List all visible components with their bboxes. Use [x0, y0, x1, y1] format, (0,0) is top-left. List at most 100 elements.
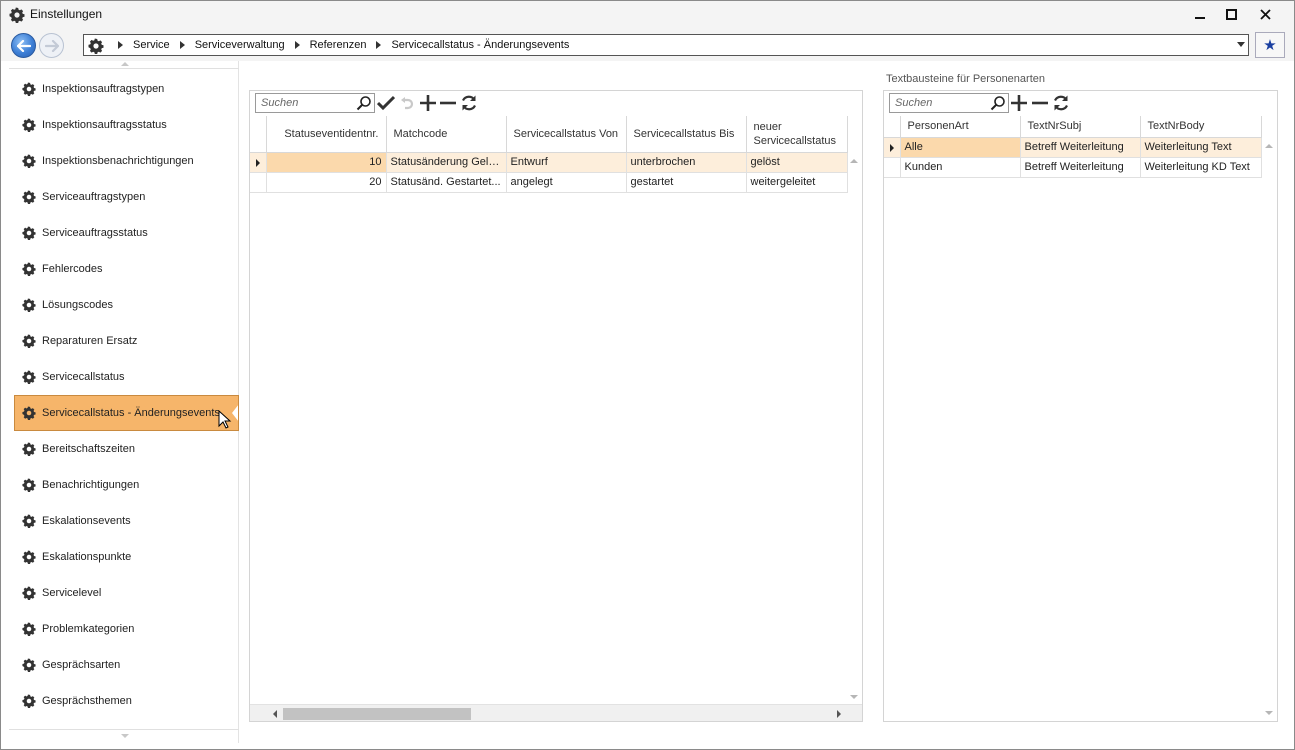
mouse-cursor-icon	[218, 410, 232, 429]
column-header-neuer-status[interactable]: neuer Servicecallstatus	[746, 116, 848, 153]
gear-icon	[22, 262, 36, 276]
window-title: Einstellungen	[30, 7, 103, 21]
text-modules-panel: PersonenArt TextNrSubj TextNrBody Alle B…	[883, 90, 1278, 722]
sidebar-item[interactable]: Problemkategorien	[9, 611, 239, 647]
sidebar-item[interactable]: Inspektionsbenachrichtigungen	[9, 143, 239, 179]
settings-window: Einstellungen Service Serviceverwaltung …	[0, 0, 1295, 750]
search-box[interactable]	[889, 93, 1009, 113]
column-header-personenart[interactable]: PersonenArt	[900, 116, 1021, 138]
table-cell[interactable]: Alle	[900, 137, 1021, 158]
sidebar-item[interactable]: Lösungscodes	[9, 287, 239, 323]
table-cell[interactable]: gestartet	[626, 172, 747, 193]
table-cell[interactable]: 20	[266, 172, 387, 193]
table-cell[interactable]: Weiterleitung Text	[1140, 137, 1262, 158]
table-row[interactable]: Kunden Betreff Weiterleitung Weiterleitu…	[884, 157, 1262, 178]
sidebar-item[interactable]: Benachrichtigungen	[9, 467, 239, 503]
scroll-up-icon[interactable]	[850, 159, 858, 163]
table-row[interactable]: 10 Statusänderung Gelöst Entwurf unterbr…	[250, 152, 848, 173]
search-box[interactable]	[255, 93, 375, 113]
panel-title: Textbausteine für Personenarten	[886, 73, 1045, 85]
table-cell[interactable]: Betreff Weiterleitung	[1020, 157, 1141, 178]
scroll-right-icon[interactable]	[837, 710, 841, 718]
maximize-button[interactable]	[1216, 3, 1246, 25]
gear-icon	[22, 82, 36, 96]
save-button[interactable]	[376, 93, 396, 113]
sidebar-item[interactable]: Eskalationsevents	[9, 503, 239, 539]
table-cell[interactable]: gelöst	[746, 152, 848, 173]
add-button[interactable]	[418, 93, 438, 113]
scroll-up-icon[interactable]	[121, 62, 129, 66]
table-cell[interactable]: weitergeleitet	[746, 172, 848, 193]
table-cell[interactable]: Betreff Weiterleitung	[1020, 137, 1141, 158]
table-cell[interactable]: 10	[266, 152, 387, 173]
row-indicator-header	[250, 116, 267, 153]
sidebar-item[interactable]: Servicelevel	[9, 575, 239, 611]
gear-icon	[22, 406, 36, 420]
horizontal-scrollbar[interactable]	[250, 704, 862, 721]
table-cell[interactable]: Entwurf	[506, 152, 627, 173]
sidebar-item[interactable]: Inspektionsauftragsstatus	[9, 107, 239, 143]
gear-icon	[22, 154, 36, 168]
sidebar-item[interactable]: Gesprächsarten	[9, 647, 239, 683]
sidebar-item[interactable]: Inspektionsauftragstypen	[9, 71, 239, 107]
table-header-row: PersonenArt TextNrSubj TextNrBody	[884, 116, 1262, 138]
table-cell[interactable]: Kunden	[900, 157, 1021, 178]
scroll-up-icon[interactable]	[1265, 144, 1273, 148]
sidebar-item[interactable]: Serviceauftragstypen	[9, 179, 239, 215]
close-button[interactable]	[1250, 3, 1280, 25]
refresh-button[interactable]	[1051, 93, 1071, 113]
sidebar-item[interactable]: Fehlercodes	[9, 251, 239, 287]
back-button[interactable]	[11, 33, 36, 58]
table-cell[interactable]: angelegt	[506, 172, 627, 193]
undo-button[interactable]	[397, 93, 417, 113]
table-cell[interactable]: Statusänderung Gelöst	[386, 152, 507, 173]
sidebar-item[interactable]: Serviceauftragsstatus	[9, 215, 239, 251]
chevron-down-icon[interactable]	[1237, 42, 1245, 47]
sidebar-item-label: Serviceauftragsstatus	[42, 227, 148, 239]
gear-icon	[22, 478, 36, 492]
add-button[interactable]	[1009, 93, 1029, 113]
table-row[interactable]: 20 Statusänd. Gestartet... angelegt gest…	[250, 172, 848, 193]
current-row-icon	[890, 143, 894, 152]
table-cell[interactable]: Statusänd. Gestartet...	[386, 172, 507, 193]
sidebar-item[interactable]: Eskalationspunkte	[9, 539, 239, 575]
sidebar-item-label: Inspektionsbenachrichtigungen	[42, 155, 194, 167]
sidebar-item[interactable]: Gesprächsthemen	[9, 683, 239, 719]
column-header-matchcode[interactable]: Matchcode	[386, 116, 507, 153]
undo-icon	[401, 97, 414, 110]
sidebar-item-label: Servicecallstatus	[42, 371, 125, 383]
column-header-status-von[interactable]: Servicecallstatus Von	[506, 116, 627, 153]
table-cell[interactable]: Weiterleitung KD Text	[1140, 157, 1262, 178]
sidebar-item-label: Fehlercodes	[42, 263, 103, 275]
favorite-button[interactable]: ★	[1255, 32, 1285, 58]
column-header-status-bis[interactable]: Servicecallstatus Bis	[626, 116, 747, 153]
sidebar-item[interactable]: Servicecallstatus	[9, 359, 239, 395]
sidebar-item[interactable]: Bereitschaftszeiten	[9, 431, 239, 467]
table-row[interactable]: Alle Betreff Weiterleitung Weiterleitung…	[884, 137, 1262, 158]
minimize-button[interactable]	[1185, 3, 1215, 25]
scroll-down-icon[interactable]	[1265, 711, 1273, 715]
gear-icon	[22, 370, 36, 384]
scroll-down-icon[interactable]	[121, 734, 129, 738]
scrollbar-thumb[interactable]	[283, 708, 471, 720]
scroll-left-icon[interactable]	[273, 710, 277, 718]
breadcrumb-item[interactable]: Referenzen	[310, 39, 367, 51]
breadcrumb-item[interactable]: Serviceverwaltung	[195, 39, 285, 51]
search-icon[interactable]	[356, 95, 372, 111]
table-cell[interactable]: unterbrochen	[626, 152, 747, 173]
forward-button[interactable]	[39, 33, 64, 58]
search-icon[interactable]	[990, 95, 1006, 111]
column-header-statuseventidentnr[interactable]: Statuseventidentnr.	[266, 116, 387, 153]
address-bar[interactable]: Service Serviceverwaltung Referenzen Ser…	[83, 34, 1249, 56]
breadcrumb-item[interactable]: Servicecallstatus - Änderungsevents	[391, 39, 569, 51]
column-header-textnrsubj[interactable]: TextNrSubj	[1020, 116, 1141, 138]
column-header-textnrbody[interactable]: TextNrBody	[1140, 116, 1262, 138]
scroll-down-icon[interactable]	[850, 695, 858, 699]
remove-button[interactable]	[1030, 93, 1050, 113]
remove-button[interactable]	[438, 93, 458, 113]
sidebar-item[interactable]: Servicecallstatus - Änderungsevents	[14, 395, 239, 431]
refresh-button[interactable]	[459, 93, 479, 113]
gear-icon	[22, 550, 36, 564]
sidebar-item[interactable]: Reparaturen Ersatz	[9, 323, 239, 359]
breadcrumb-item[interactable]: Service	[133, 39, 170, 51]
